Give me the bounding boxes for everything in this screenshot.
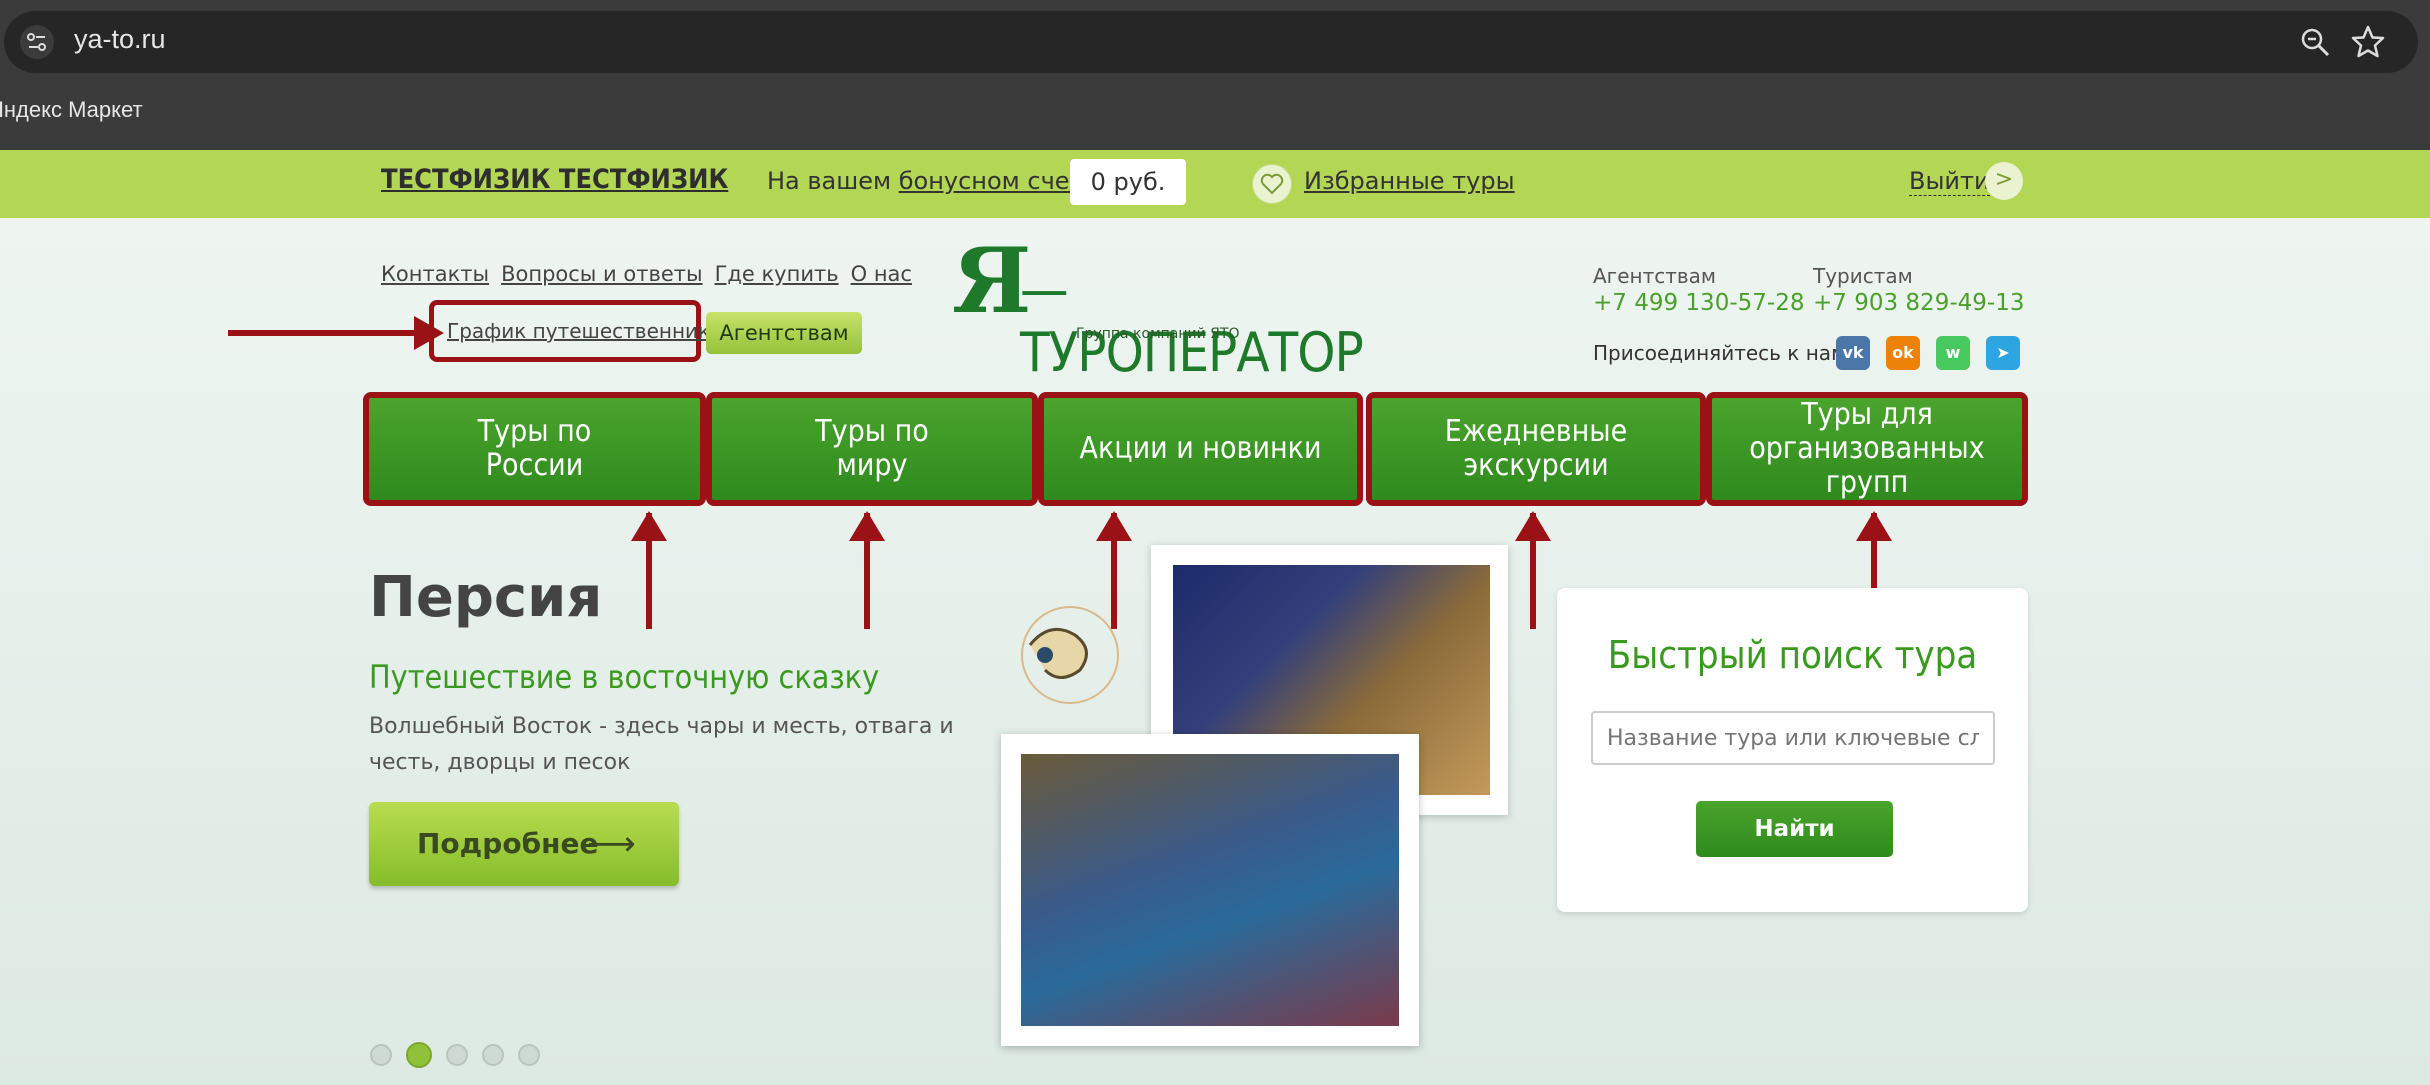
site-logo[interactable]: Я —ТУРОПЕРАТОР Группа компаний ЯТО <box>952 236 1364 384</box>
agents-button[interactable]: Агентствам <box>706 312 862 354</box>
favorite-tours-link[interactable]: Избранные туры <box>1304 167 1515 195</box>
chevron-right-icon[interactable]: > <box>1985 162 2023 200</box>
bookmark-star-icon[interactable] <box>2350 24 2386 60</box>
nav-label: Акции и новинки <box>1079 431 1322 466</box>
logo-name: —ТУРОПЕРАТОР <box>1020 258 1364 384</box>
logo-subtitle: Группа компаний ЯТО <box>1076 326 1240 342</box>
nav-daily-excursions[interactable]: Ежедневные экскурсии <box>1366 392 1706 506</box>
link-faq[interactable]: Вопросы и ответы <box>501 262 702 286</box>
annotation-arrow <box>849 511 885 629</box>
hero-subtitle: Путешествие в восточную сказку <box>369 658 880 696</box>
more-button-label: Подробнее <box>417 827 599 860</box>
tourists-label: Туристам <box>1813 264 1913 288</box>
link-where-to-buy[interactable]: Где купить <box>715 262 839 286</box>
bonus-prefix: На вашем <box>767 167 892 195</box>
nav-tours-russia[interactable]: Туры по России <box>363 392 706 506</box>
bonus-account-link[interactable]: бонусном счету <box>899 167 1098 195</box>
find-button[interactable]: Найти <box>1696 801 1893 857</box>
annotation-arrow <box>631 511 667 629</box>
nav-promotions[interactable]: Акции и новинки <box>1038 392 1363 506</box>
slider-dot[interactable] <box>370 1044 392 1066</box>
site-user-bar: ТЕСТФИЗИК ТЕСТФИЗИК На вашем бонусном сч… <box>0 150 2430 218</box>
link-contacts[interactable]: Контакты <box>381 262 489 286</box>
quick-search-title: Быстрый поиск тура <box>1607 633 1978 677</box>
agents-label: Агентствам <box>1593 264 1716 288</box>
header-links: Контакты Вопросы и ответы Где купить О нас <box>381 262 924 286</box>
join-us-label: Присоединяйтесь к нам: <box>1593 341 1853 365</box>
more-button[interactable]: Подробнее ⟶ <box>369 802 679 886</box>
hero-description: Волшебный Восток - здесь чары и месть, о… <box>369 714 954 775</box>
nav-group-tours[interactable]: Туры для организованных групп <box>1706 392 2028 506</box>
zoom-icon[interactable] <box>2298 25 2332 59</box>
hero-title: Персия <box>369 565 603 630</box>
nav-tours-world[interactable]: Туры по миру <box>706 392 1038 506</box>
quick-search-panel: Быстрый поиск тура Найти <box>1557 588 2028 912</box>
telegram-icon[interactable]: ➤ <box>1986 336 2020 370</box>
ornament-image <box>1021 606 1119 704</box>
nav-label: Туры по миру <box>815 414 929 483</box>
link-about[interactable]: О нас <box>851 262 912 286</box>
site-info-icon[interactable] <box>20 25 54 59</box>
url-text[interactable]: ya-to.ru <box>74 24 166 55</box>
logout-link[interactable]: Выйти <box>1909 167 1990 196</box>
nav-label: Ежедневные экскурсии <box>1444 414 1628 483</box>
slider-dot[interactable] <box>482 1044 504 1066</box>
slider-dot[interactable] <box>518 1044 540 1066</box>
bookmark-yandex-market[interactable]: Яндекс Маркет <box>0 97 143 123</box>
slider-dot[interactable] <box>446 1044 468 1066</box>
agents-phone[interactable]: +7 499 130-57-28 <box>1593 290 1804 316</box>
heart-icon[interactable] <box>1252 164 1292 204</box>
vk-icon[interactable]: vk <box>1836 336 1870 370</box>
annotation-arrow <box>228 316 444 350</box>
persian-woman-photo <box>1001 734 1419 1046</box>
nav-label: Туры по России <box>477 414 592 483</box>
odnoklassniki-icon[interactable]: ok <box>1886 336 1920 370</box>
arrow-right-icon: ⟶ <box>587 824 636 864</box>
bonus-balance: 0 руб. <box>1070 159 1186 205</box>
traveler-schedule-link[interactable]: График путешественника <box>447 319 722 343</box>
slider-dot-active[interactable] <box>406 1042 432 1068</box>
annotation-arrow <box>1515 511 1551 629</box>
browser-chrome: ya-to.ru Яндекс Маркет <box>0 0 2430 150</box>
bonus-text: На вашем бонусном счету <box>767 167 1098 195</box>
search-input[interactable] <box>1591 711 1995 765</box>
whatsapp-icon[interactable]: w <box>1936 336 1970 370</box>
nav-label: Туры для организованных групп <box>1749 397 1985 500</box>
address-bar[interactable]: ya-to.ru <box>4 11 2418 73</box>
tourists-phone[interactable]: +7 903 829-49-13 <box>1813 290 2024 316</box>
user-name-link[interactable]: ТЕСТФИЗИК ТЕСТФИЗИК <box>381 164 728 195</box>
